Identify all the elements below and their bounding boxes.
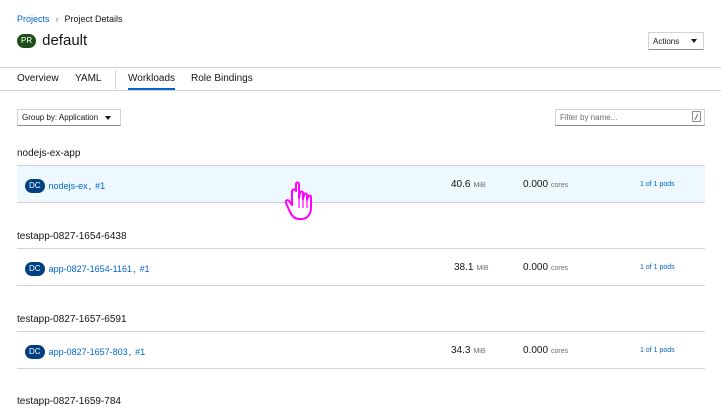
workload-name: DC app-0827-1654-1161 , #1 — [25, 262, 150, 276]
breadcrumb-projects-link[interactable]: Projects — [17, 14, 50, 24]
cpu-usage: 0.000 cores — [523, 262, 568, 273]
cpu-value: 0.000 — [523, 262, 549, 273]
tab-yaml[interactable]: YAML — [75, 73, 102, 84]
revision-link[interactable]: #1 — [139, 264, 149, 274]
caret-down-icon — [691, 39, 697, 43]
group-by-label: Group by: Application — [22, 113, 99, 122]
workload-separator: , — [128, 347, 132, 357]
breadcrumb: Projects › Project Details — [17, 14, 123, 24]
group-by-dropdown[interactable]: Group by: Application — [17, 109, 121, 126]
cpu-value: 0.000 — [523, 345, 549, 356]
memory-unit: MiB — [476, 265, 489, 272]
memory-unit: MiB — [473, 348, 486, 355]
workload-link[interactable]: nodejs-ex — [49, 181, 88, 191]
workload-separator: , — [132, 264, 136, 274]
dc-badge: DC — [25, 262, 45, 276]
memory-usage: 34.3 MiB — [451, 345, 486, 356]
dc-badge: DC — [25, 179, 45, 193]
cpu-unit: cores — [551, 265, 569, 272]
cpu-unit: cores — [551, 348, 569, 355]
project-name: default — [42, 32, 88, 49]
cpu-usage: 0.000 cores — [523, 345, 568, 356]
workload-name: DC app-0827-1657-803 , #1 — [25, 345, 145, 359]
actions-dropdown[interactable]: Actions — [648, 32, 704, 50]
active-tab-indicator — [128, 88, 175, 90]
page-title: PR default — [17, 32, 87, 49]
filter-shortcut-hint: / — [692, 111, 701, 122]
group-title: testapp-0827-1659-784 — [17, 396, 121, 407]
pods-link[interactable]: 1 of 1 pods — [640, 181, 675, 188]
memory-value: 34.3 — [451, 345, 471, 356]
group-title: testapp-0827-1657-6591 — [17, 314, 127, 325]
memory-value: 38.1 — [454, 262, 474, 273]
tab-workloads[interactable]: Workloads — [128, 73, 175, 84]
workload-link[interactable]: app-0827-1654-1161 — [49, 264, 132, 274]
cpu-usage: 0.000 cores — [523, 179, 568, 190]
workload-link[interactable]: app-0827-1657-803 — [49, 347, 128, 357]
filter-input[interactable] — [555, 109, 705, 126]
table-row[interactable]: DC nodejs-ex , #1 40.6 MiB 0.000 cores 1 o… — [17, 165, 705, 203]
revision-link[interactable]: #1 — [135, 347, 145, 357]
table-row[interactable]: DC app-0827-1657-803 , #1 34.3 MiB 0.000 c… — [17, 331, 705, 369]
group-title: nodejs-ex-app — [17, 148, 81, 159]
pointer-hand-icon — [284, 181, 312, 220]
memory-unit: MiB — [473, 182, 486, 189]
pods-link[interactable]: 1 of 1 pods — [640, 347, 675, 354]
actions-label: Actions — [653, 36, 680, 46]
cpu-value: 0.000 — [523, 179, 549, 190]
workload-name: DC nodejs-ex , #1 — [25, 179, 105, 193]
tab-role-bindings[interactable]: Role Bindings — [191, 73, 253, 84]
workload-separator: , — [88, 181, 92, 191]
memory-usage: 38.1 MiB — [454, 262, 489, 273]
tab-bar — [0, 67, 721, 91]
breadcrumb-separator: › — [55, 14, 59, 24]
tab-divider — [115, 70, 116, 89]
tab-overview[interactable]: Overview — [17, 73, 59, 84]
dc-badge: DC — [25, 345, 45, 359]
revision-link[interactable]: #1 — [95, 181, 105, 191]
memory-usage: 40.6 MiB — [451, 179, 486, 190]
caret-down-icon — [105, 115, 111, 120]
pods-link[interactable]: 1 of 1 pods — [640, 264, 675, 271]
cpu-unit: cores — [551, 182, 569, 189]
breadcrumb-current: Project Details — [64, 14, 123, 24]
group-title: testapp-0827-1654-6438 — [17, 231, 127, 242]
table-row[interactable]: DC app-0827-1654-1161 , #1 38.1 MiB 0.000… — [17, 248, 705, 286]
memory-value: 40.6 — [451, 179, 471, 190]
project-badge: PR — [17, 33, 37, 48]
